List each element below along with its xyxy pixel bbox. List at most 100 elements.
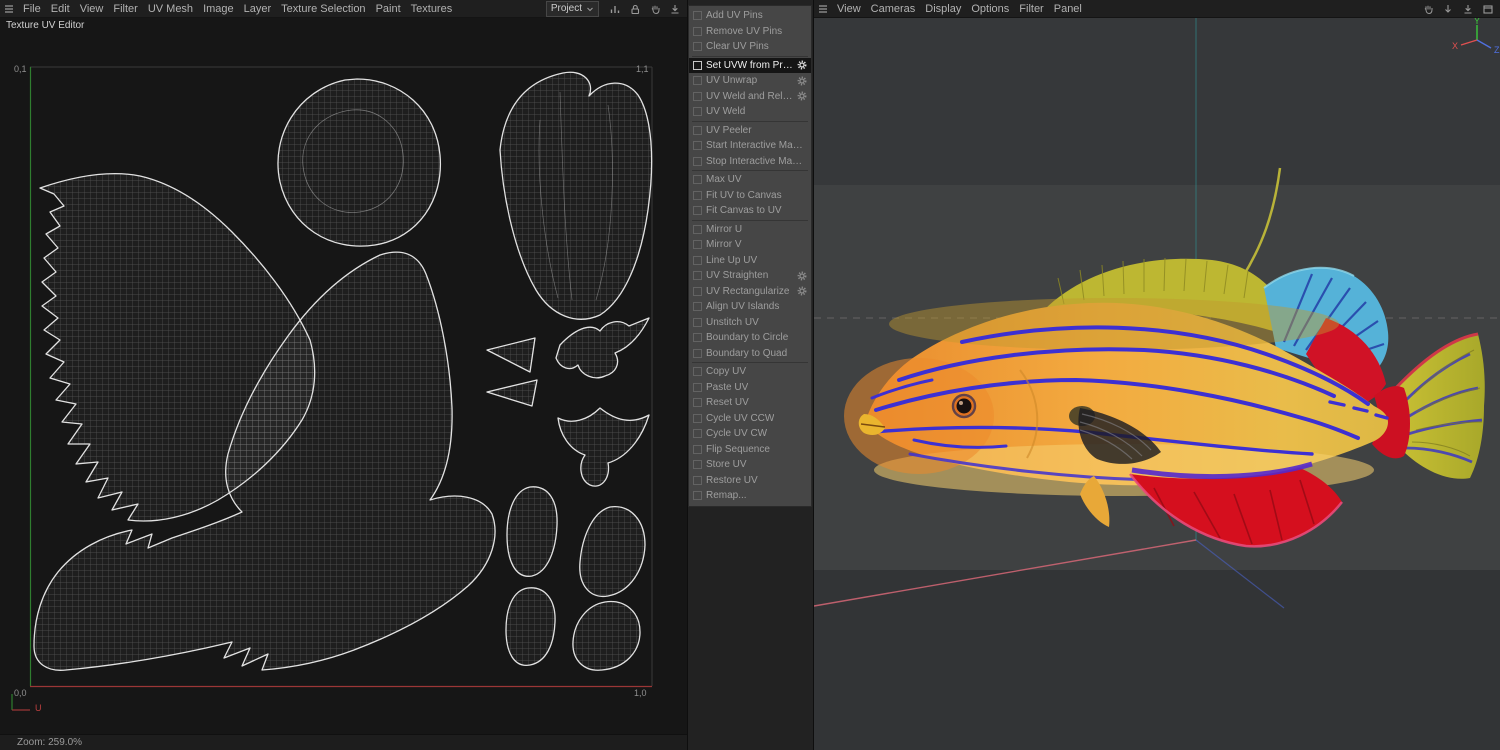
tool-item-align-uv-islands[interactable]: Align UV Islands: [689, 299, 811, 315]
uv-island-wing-bottom: [557, 407, 650, 487]
rotate-ccw-icon: [693, 413, 702, 423]
tool-item-start-interactive-mapping[interactable]: Start Interactive Mapping: [689, 138, 811, 154]
unstitch-icon: [693, 317, 702, 327]
tool-item-store-uv[interactable]: Store UV: [689, 457, 811, 473]
peeler-icon: [693, 125, 702, 135]
fish-eye: [951, 393, 977, 419]
quad-icon: [693, 348, 702, 358]
uv-island-blob-3: [505, 587, 556, 666]
tool-item-stop-interactive-mapping[interactable]: Stop Interactive Mapping: [689, 154, 811, 170]
anal-fin: [1129, 461, 1343, 548]
gear-icon[interactable]: [797, 91, 807, 101]
menu-cameras[interactable]: Cameras: [866, 3, 921, 15]
dorsal-filament: [1240, 167, 1282, 279]
unwrap-icon: [693, 76, 702, 86]
tool-item-unstitch-uv[interactable]: Unstitch UV: [689, 315, 811, 331]
tool-item-uv-straighten[interactable]: UV Straighten: [689, 268, 811, 284]
menu-display[interactable]: Display: [920, 3, 966, 15]
axis-gizmo[interactable]: Y X Z: [1452, 18, 1500, 55]
gear-icon[interactable]: [797, 286, 807, 296]
tool-item-uv-rectangularize[interactable]: UV Rectangularize: [689, 284, 811, 300]
tool-item-mirror-v[interactable]: Mirror V: [689, 237, 811, 253]
copy-icon: [693, 367, 702, 377]
pin-icon: [693, 11, 702, 21]
hamburger-icon[interactable]: [814, 1, 832, 17]
uv-island-wing-top: [555, 317, 650, 379]
tool-item-mirror-u[interactable]: Mirror U: [689, 222, 811, 238]
tool-item-add-uv-pins[interactable]: Add UV Pins: [689, 8, 811, 24]
separator: [692, 120, 808, 122]
weld-relax-icon: [693, 91, 702, 101]
rotate-cw-icon: [693, 429, 702, 439]
menu-panel[interactable]: Panel: [1049, 3, 1087, 15]
u-axis-label: U: [35, 703, 42, 713]
tool-item-cycle-uv-cw[interactable]: Cycle UV CW: [689, 426, 811, 442]
tool-item-reset-uv[interactable]: Reset UV: [689, 395, 811, 411]
tool-item-boundary-to-quad[interactable]: Boundary to Quad: [689, 346, 811, 362]
uv-island-blob-2: [579, 506, 646, 597]
uv-canvas[interactable]: [0, 0, 687, 750]
play-icon: [693, 141, 702, 151]
tool-item-uv-weld-and-relax[interactable]: UV Weld and Relax: [689, 89, 811, 105]
download-tray-icon[interactable]: [1459, 1, 1476, 16]
projection-icon: [693, 60, 702, 70]
uv-island-blob-1: [506, 486, 558, 577]
arrow-down-icon[interactable]: [1439, 1, 1456, 16]
gizmo-x-label: X: [1452, 41, 1458, 51]
mirror-u-icon: [693, 224, 702, 234]
fit-uv-icon: [693, 190, 702, 200]
remap-icon: [693, 491, 702, 501]
tool-item-uv-unwrap[interactable]: UV Unwrap: [689, 73, 811, 89]
gizmo-y-label: Y: [1474, 18, 1480, 26]
x-axis-line: [814, 539, 1197, 607]
tool-item-uv-peeler[interactable]: UV Peeler: [689, 123, 811, 139]
separator: [692, 170, 808, 171]
fit-canvas-icon: [693, 206, 702, 216]
tool-item-cycle-uv-ccw[interactable]: Cycle UV CCW: [689, 411, 811, 427]
tool-item-flip-sequence[interactable]: Flip Sequence: [689, 442, 811, 458]
tool-item-paste-uv[interactable]: Paste UV: [689, 380, 811, 396]
rectangularize-icon: [693, 286, 702, 296]
fish-model[interactable]: [844, 167, 1485, 548]
gear-icon[interactable]: [797, 76, 807, 86]
menu-viewport-filter[interactable]: Filter: [1014, 3, 1048, 15]
separator: [692, 362, 808, 363]
gear-icon[interactable]: [797, 60, 807, 70]
tool-item-uv-weld[interactable]: UV Weld: [689, 104, 811, 120]
gear-icon[interactable]: [797, 271, 807, 281]
tool-item-remove-uv-pins[interactable]: Remove UV Pins: [689, 24, 811, 40]
gizmo-z-label: Z: [1494, 45, 1500, 55]
menu-viewport-view[interactable]: View: [832, 3, 866, 15]
straighten-icon: [693, 271, 702, 281]
viewport-3d[interactable]: Y X Z: [814, 18, 1500, 750]
pin-remove-icon: [693, 26, 702, 36]
tool-item-set-uvw-from-projection[interactable]: Set UVW from Projection: [689, 57, 811, 73]
tool-item-boundary-to-circle[interactable]: Boundary to Circle: [689, 330, 811, 346]
uv-corner-bottom-right: 1,0: [634, 688, 647, 698]
separator: [692, 55, 808, 57]
tool-item-fit-uv-to-canvas[interactable]: Fit UV to Canvas: [689, 188, 811, 204]
uv-corner-top-left: 0,1: [14, 64, 27, 74]
mirror-v-icon: [693, 240, 702, 250]
reset-icon: [693, 398, 702, 408]
flip-icon: [693, 444, 702, 454]
window-icon[interactable]: [1479, 1, 1496, 16]
uv-islands[interactable]: [33, 71, 653, 671]
tail-fin: [1372, 332, 1485, 479]
tool-item-line-up-uv[interactable]: Line Up UV: [689, 253, 811, 269]
uv-island-blob-4: [572, 600, 641, 671]
tool-item-fit-canvas-to-uv[interactable]: Fit Canvas to UV: [689, 203, 811, 219]
tool-item-clear-uv-pins[interactable]: Clear UV Pins: [689, 39, 811, 55]
clear-icon: [693, 42, 702, 52]
hand-icon[interactable]: [1419, 1, 1436, 16]
tool-item-remap[interactable]: Remap...: [689, 488, 811, 504]
uv-corner-top-right: 1,1: [636, 64, 649, 74]
max-uv-icon: [693, 175, 702, 185]
tool-item-max-uv[interactable]: Max UV: [689, 172, 811, 188]
tool-item-restore-uv[interactable]: Restore UV: [689, 473, 811, 489]
status-bar: Zoom: 259.0%: [0, 734, 687, 750]
tool-item-copy-uv[interactable]: Copy UV: [689, 364, 811, 380]
z-axis-line: [1195, 539, 1285, 609]
menu-options[interactable]: Options: [966, 3, 1014, 15]
store-icon: [693, 460, 702, 470]
